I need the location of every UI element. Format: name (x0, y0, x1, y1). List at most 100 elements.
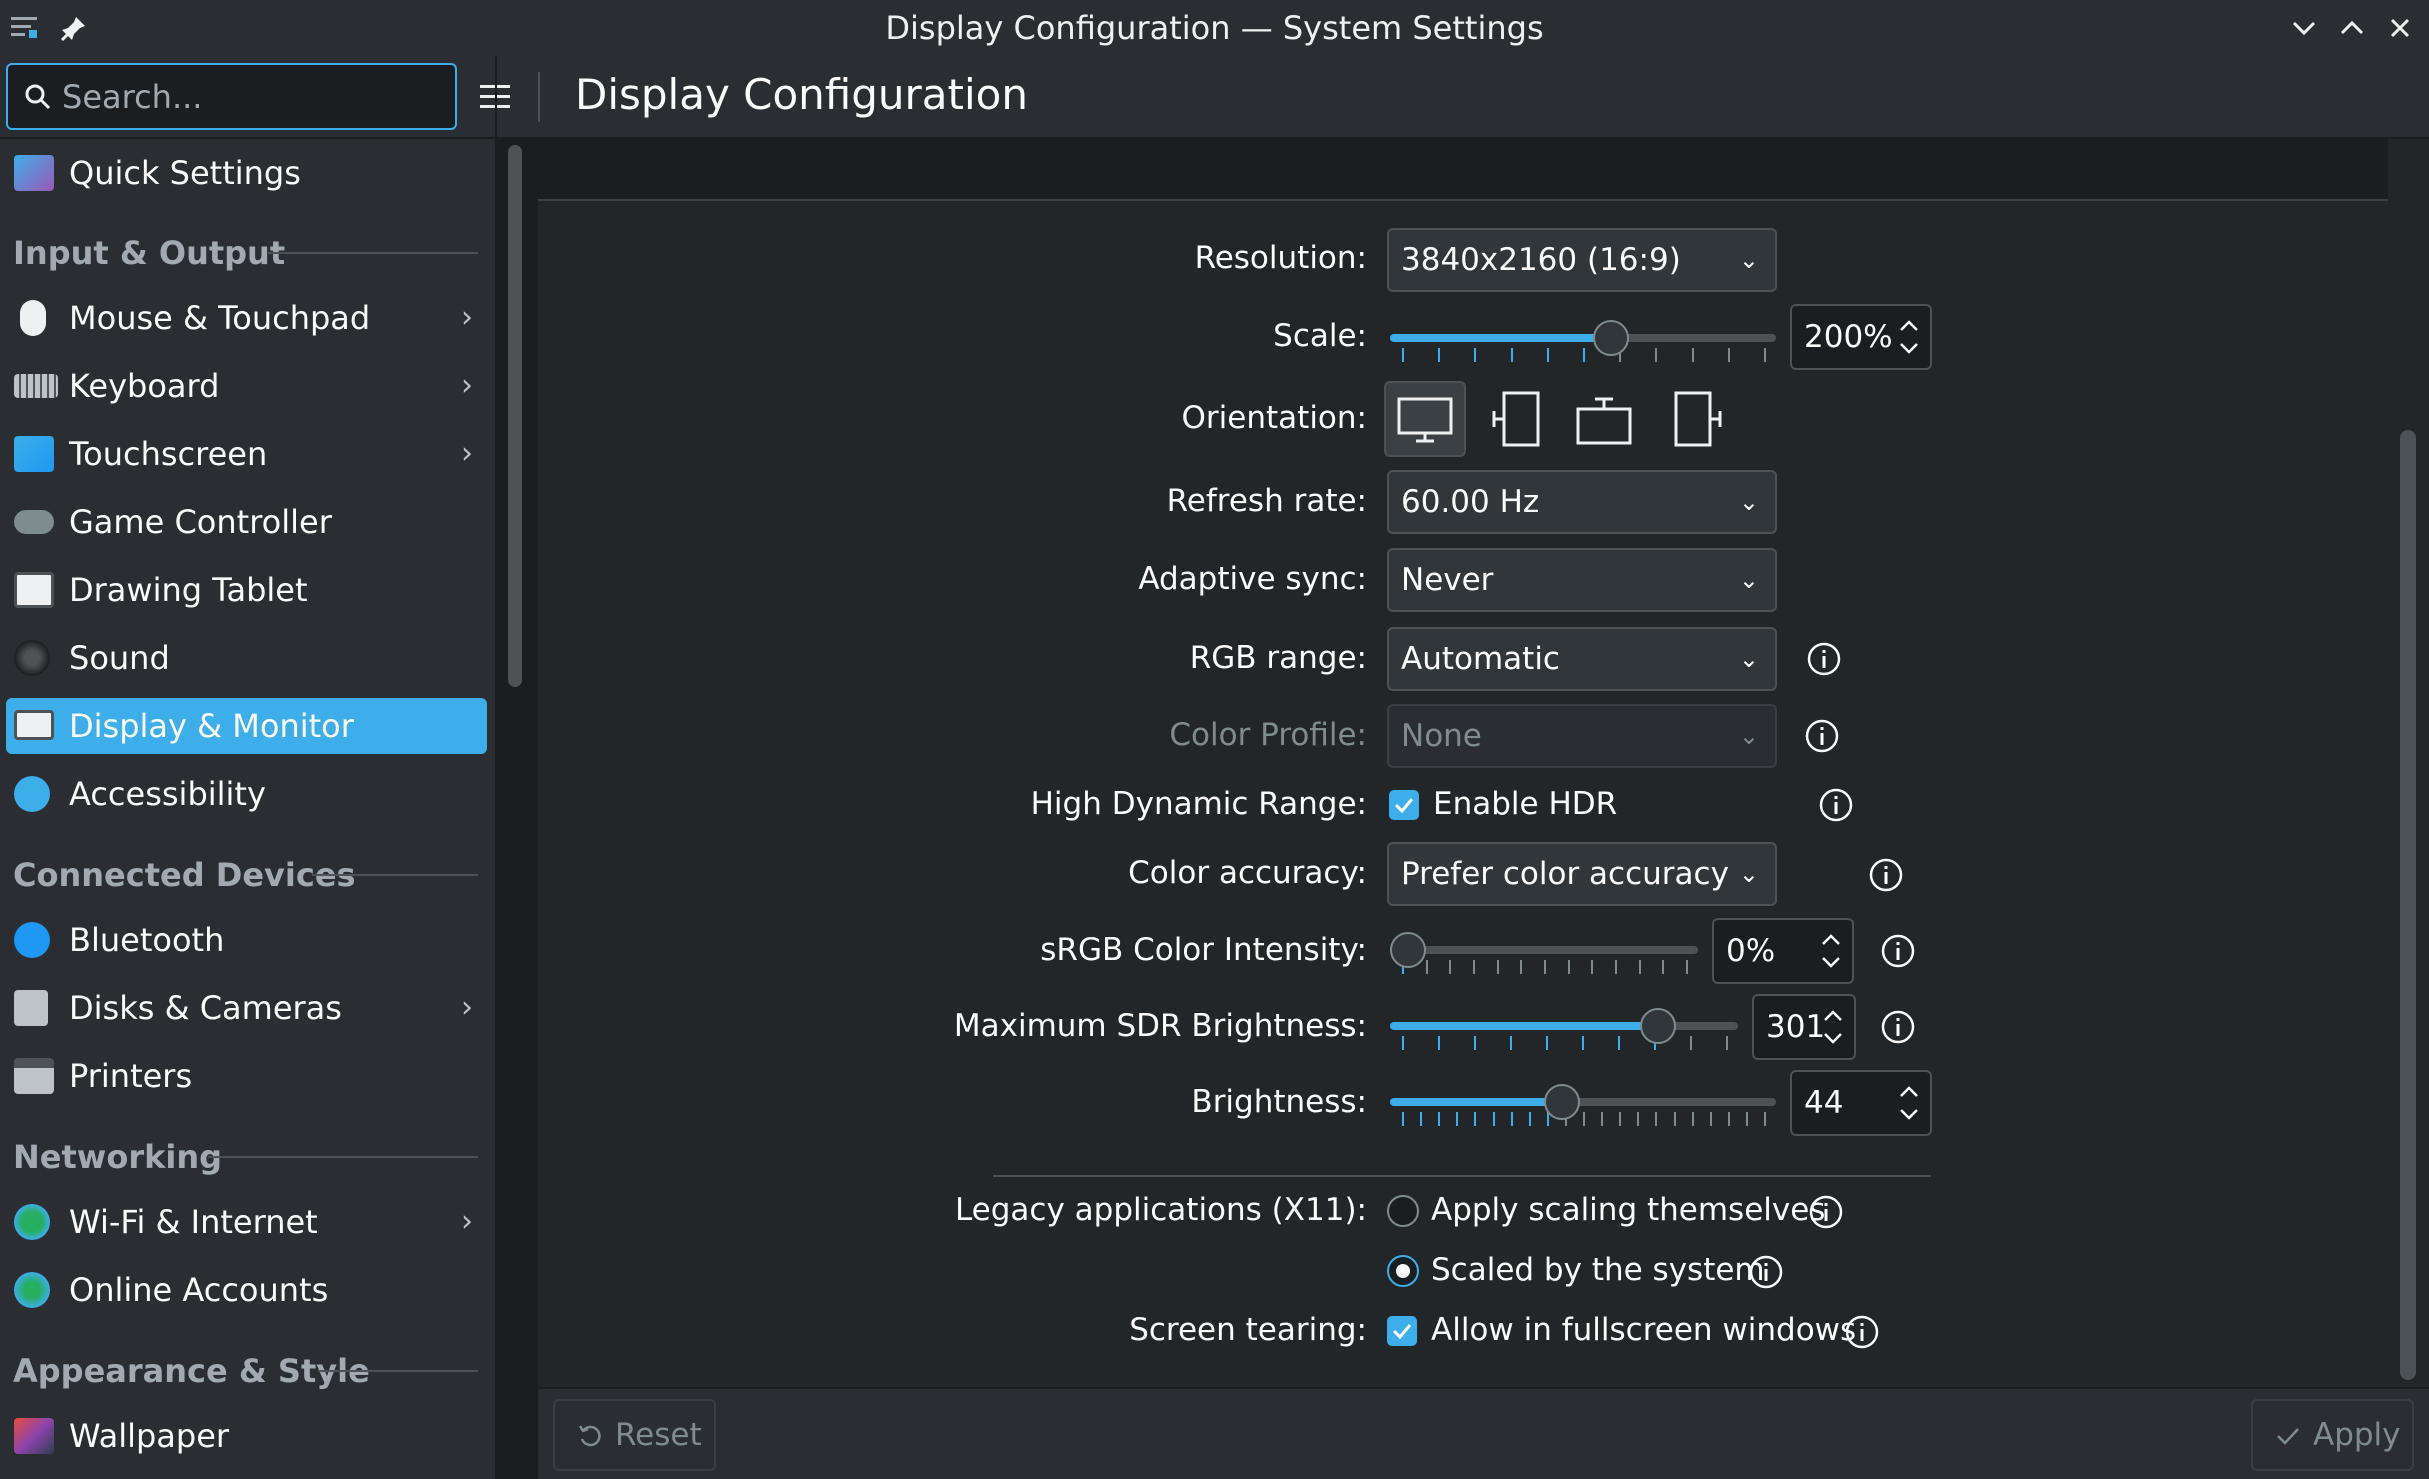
chevron-down-icon: ⌄ (1738, 246, 1759, 274)
chevron-right-icon: › (461, 990, 473, 1025)
rgb-range-combo[interactable]: Automatic ⌄ (1387, 627, 1777, 691)
info-icon[interactable] (1818, 787, 1854, 823)
legacy-scaled-by-system-label[interactable]: Scaled by the system (1431, 1252, 1765, 1288)
srgb-intensity-slider[interactable] (1390, 928, 1698, 978)
minimize-icon[interactable] (2286, 10, 2322, 46)
slider-tick (1510, 1036, 1512, 1050)
max-sdr-brightness-slider[interactable] (1390, 1004, 1738, 1054)
sidebar-item-label: Game Controller (69, 503, 332, 541)
main-scrollbar[interactable] (2400, 430, 2416, 1380)
spin-arrows-icon[interactable] (1896, 1080, 1922, 1126)
info-icon[interactable] (1806, 641, 1842, 677)
sidebar-item-label: Bluetooth (69, 921, 225, 959)
page-title: Display Configuration (575, 70, 1028, 119)
slider-tick (1510, 348, 1513, 362)
orientation-portrait-right-button[interactable] (1654, 381, 1736, 457)
slider-handle[interactable] (1639, 1008, 1676, 1044)
info-icon[interactable] (1804, 718, 1840, 754)
sidebar-item-drawing-tablet[interactable]: Drawing Tablet (6, 562, 487, 618)
slider-tick (1583, 1112, 1585, 1126)
legacy-apply-scaling-label[interactable]: Apply scaling themselves (1431, 1192, 1825, 1228)
spin-arrows-icon[interactable] (1820, 1004, 1846, 1050)
hdr-checkbox[interactable] (1389, 790, 1419, 820)
spin-arrows-icon[interactable] (1818, 928, 1844, 974)
slider-tick (1474, 1036, 1476, 1050)
legacy-scaled-by-system-radio[interactable] (1387, 1255, 1419, 1287)
sidebar-item-online-accounts[interactable]: Online Accounts (6, 1262, 487, 1318)
sidebar-item-label: Accessibility (69, 775, 266, 813)
refresh-rate-combo[interactable]: 60.00 Hz ⌄ (1387, 470, 1777, 534)
sidebar-scrollbar[interactable] (508, 145, 522, 687)
brightness-value: 44 (1804, 1085, 1844, 1121)
sidebar-item-printers[interactable]: Printers (6, 1048, 487, 1104)
brightness-slider[interactable] (1390, 1080, 1776, 1130)
sidebar-item-quick-settings[interactable]: Quick Settings (6, 145, 487, 201)
sidebar-item-mouse-touchpad[interactable]: Mouse & Touchpad › (6, 290, 487, 346)
sidebar-item-label: Display & Monitor (69, 707, 354, 745)
sidebar-item-sound[interactable]: Sound (6, 630, 487, 686)
monitor-portrait-right-icon (1674, 391, 1722, 447)
slider-tick (1637, 1112, 1640, 1126)
sidebar-item-wallpaper[interactable]: Wallpaper (6, 1408, 487, 1464)
orientation-inverted-button[interactable] (1564, 381, 1646, 457)
slider-tick (1510, 1112, 1513, 1126)
info-icon[interactable] (1844, 1314, 1880, 1350)
apply-button[interactable]: Apply (2251, 1399, 2414, 1471)
bottom-bar (538, 1387, 2429, 1479)
brightness-spinbox[interactable]: 44 (1790, 1070, 1932, 1136)
sidebar-item-label: Mouse & Touchpad (69, 299, 371, 337)
sidebar-item-wifi-internet[interactable]: Wi-Fi & Internet › (6, 1194, 487, 1250)
info-icon[interactable] (1868, 857, 1904, 893)
monitor-inverted-icon (1576, 397, 1632, 445)
max-sdr-brightness-spinbox[interactable]: 301 (1752, 994, 1856, 1060)
sidebar-item-label: Sound (69, 639, 170, 677)
section-appearance-style: Appearance & Style (13, 1352, 370, 1390)
legacy-apply-scaling-radio[interactable] (1387, 1195, 1419, 1227)
sidebar-item-label: Online Accounts (69, 1271, 329, 1309)
hdr-option-label[interactable]: Enable HDR (1433, 786, 1617, 822)
resolution-combo[interactable]: 3840x2160 (16:9) ⌄ (1387, 228, 1777, 292)
close-icon[interactable] (2382, 10, 2418, 46)
screen-tearing-option-label[interactable]: Allow in fullscreen windows (1431, 1312, 1856, 1348)
sidebar-item-game-controller[interactable]: Game Controller (6, 494, 487, 550)
slider-handle[interactable] (1593, 320, 1629, 356)
scale-value: 200% (1804, 319, 1893, 355)
scale-label: Scale: (1273, 318, 1367, 354)
slider-handle[interactable] (1390, 932, 1426, 968)
sidebar-item-keyboard[interactable]: Keyboard › (6, 358, 487, 414)
accessibility-icon (14, 776, 50, 812)
info-icon[interactable] (1880, 933, 1916, 969)
slider-tick (1662, 960, 1665, 974)
srgb-intensity-spinbox[interactable]: 0% (1712, 918, 1854, 984)
screen-tearing-label: Screen tearing: (1129, 1312, 1367, 1348)
slider-tick (1546, 348, 1549, 362)
reset-button[interactable]: Reset (553, 1399, 716, 1471)
info-icon[interactable] (1748, 1254, 1784, 1290)
info-icon[interactable] (1808, 1194, 1844, 1230)
color-accuracy-combo[interactable]: Prefer color accuracy ⌄ (1387, 842, 1777, 906)
adaptive-sync-combo[interactable]: Never ⌄ (1387, 548, 1777, 612)
scale-spinbox[interactable]: 200% (1790, 304, 1932, 370)
slider-handle[interactable] (1544, 1084, 1580, 1120)
info-icon[interactable] (1880, 1009, 1916, 1045)
orientation-portrait-left-button[interactable] (1474, 381, 1556, 457)
sidebar-item-accessibility[interactable]: Accessibility (6, 766, 487, 822)
orientation-landscape-button[interactable] (1384, 381, 1466, 457)
section-connected-devices: Connected Devices (13, 856, 356, 894)
maximize-icon[interactable] (2334, 10, 2370, 46)
sidebar-item-touchscreen[interactable]: Touchscreen › (6, 426, 487, 482)
monitor-portrait-left-icon (1492, 391, 1540, 447)
slider-tick (1544, 960, 1546, 974)
sidebar-item-display-monitor[interactable]: Display & Monitor (6, 698, 487, 754)
spin-arrows-icon[interactable] (1896, 314, 1922, 360)
search-field[interactable] (6, 63, 457, 130)
slider-tick (1474, 348, 1477, 362)
search-input[interactable] (62, 65, 442, 128)
slider-tick (1402, 1112, 1404, 1126)
sidebar-item-bluetooth[interactable]: Bluetooth (6, 912, 487, 968)
screen-tearing-checkbox[interactable] (1387, 1316, 1417, 1346)
sidebar-item-label: Printers (69, 1057, 193, 1095)
scale-slider[interactable] (1390, 316, 1776, 366)
chevron-right-icon: › (461, 368, 473, 403)
sidebar-item-disks-cameras[interactable]: Disks & Cameras › (6, 980, 487, 1036)
